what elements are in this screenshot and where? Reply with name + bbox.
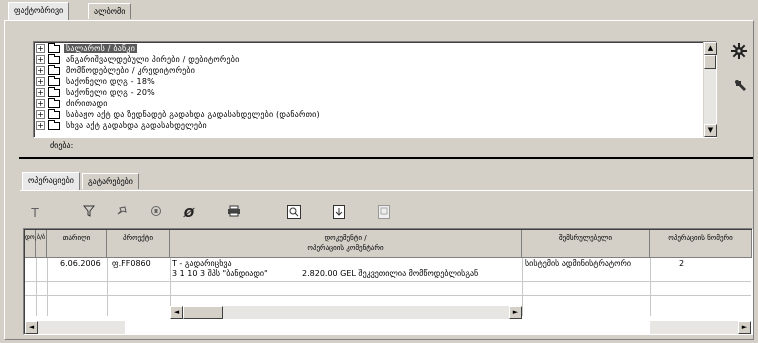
- col-header-num[interactable]: ბ/ბ: [36, 230, 47, 258]
- tree-item-label: საქონელი დღგ - 18%: [66, 77, 155, 86]
- search-label: ძიება:: [50, 141, 74, 150]
- expand-icon[interactable]: +: [36, 88, 45, 97]
- folder-icon: [48, 53, 60, 64]
- copy-icon[interactable]: [375, 205, 393, 221]
- grid-line: [47, 258, 48, 316]
- col-header-executor[interactable]: შემსრულებელი: [522, 230, 650, 258]
- expand-icon[interactable]: +: [36, 121, 45, 130]
- tree-item-goods-vat20[interactable]: + საქონელი დღგ - 20%: [36, 86, 157, 98]
- cell-document-line2-right[interactable]: 2.820.00 GEL შეკვეთილია მომწოდებლისგან: [302, 269, 478, 278]
- cell-executor[interactable]: სისტემის ადმინისტრატორი: [525, 259, 631, 268]
- grid-hscroll-main[interactable]: ◄ ►: [170, 306, 522, 319]
- tree-item-accountable[interactable]: + ანგარიშვალდებული პირები / დებიტორები: [36, 53, 241, 65]
- tree-item-other-payables[interactable]: + სხვა აქტ გადახდა გადასახდელები: [36, 119, 209, 131]
- expand-icon[interactable]: +: [36, 66, 45, 75]
- col-header-date[interactable]: თარიღი: [47, 230, 107, 258]
- folder-icon: [48, 86, 60, 97]
- scroll-left-icon[interactable]: ◄: [25, 321, 38, 334]
- tree-item-label: საქონელი დღგ - 20%: [66, 88, 155, 97]
- folder-icon: [48, 42, 60, 53]
- grid-line: [36, 258, 37, 316]
- scroll-down-icon[interactable]: ▼: [704, 124, 717, 137]
- grid-line: [107, 258, 108, 316]
- tree-item-customs[interactable]: + საბაჟო აქტ და ზედნადებ გადახდა გადასახ…: [36, 108, 322, 120]
- account-tree[interactable]: + სალაროს / ბანკი + ანგარიშვალდებული პირ…: [33, 41, 717, 138]
- gear-icon[interactable]: [729, 42, 749, 62]
- cell-date[interactable]: 6.06.2006: [60, 259, 101, 268]
- export-icon[interactable]: [330, 205, 348, 221]
- expand-icon[interactable]: +: [36, 77, 45, 86]
- col-header-op-number[interactable]: ოპერაციის ნომერი: [650, 230, 752, 258]
- expand-icon[interactable]: +: [36, 99, 45, 108]
- expand-icon[interactable]: +: [36, 110, 45, 119]
- expand-icon[interactable]: +: [36, 44, 45, 53]
- refresh-icon[interactable]: [113, 205, 131, 221]
- tree-item-suppliers[interactable]: + მომწოდებლები / კრედიტორები: [36, 64, 197, 76]
- text-icon[interactable]: T: [26, 205, 44, 221]
- col-header-document[interactable]: დოკუმენტი / ოპერაციის კომენტარი: [170, 230, 522, 258]
- grid-hscroll-left[interactable]: ◄: [25, 321, 125, 334]
- tab-underline: [20, 190, 753, 191]
- cell-document-line2-left[interactable]: 3 1 10 3 შპს "ბანდიადი": [172, 269, 268, 278]
- scroll-thumb[interactable]: [704, 55, 716, 69]
- grid-line: [650, 258, 651, 316]
- stop-icon[interactable]: [147, 205, 165, 221]
- col-header-document-line2: ოპერაციის კომენტარი: [307, 244, 384, 252]
- grid-hscroll-right[interactable]: ►: [650, 321, 751, 334]
- folder-icon: [48, 108, 60, 119]
- tree-item-label: საბაჟო აქტ და ზედნადებ გადახდა გადასახდე…: [66, 110, 320, 119]
- tab-album[interactable]: ალბომი: [88, 3, 132, 19]
- tree-item-fixed-assets[interactable]: + ძირითადი: [36, 97, 110, 109]
- cell-project[interactable]: ფ.FF0860: [112, 259, 151, 268]
- scroll-left-icon[interactable]: ◄: [170, 306, 183, 319]
- section-divider: [19, 157, 753, 159]
- cell-op-number[interactable]: 2: [679, 259, 684, 268]
- scroll-right-icon[interactable]: ►: [738, 321, 751, 334]
- scroll-right-icon[interactable]: ►: [509, 306, 522, 319]
- folder-icon: [48, 119, 60, 130]
- cell-document-line1[interactable]: T - გადარიცხვა: [172, 259, 232, 268]
- tree-item-label: ძირითადი: [66, 99, 108, 108]
- scroll-thumb[interactable]: [183, 306, 223, 319]
- col-header-doc[interactable]: დოკ: [25, 230, 38, 258]
- operations-grid[interactable]: დოკ ბ/ბ თარიღი პროექტი დოკუმენტი / ოპერა…: [23, 228, 753, 335]
- tree-item-label: ანგარიშვალდებული პირები / დებიტორები: [66, 55, 240, 64]
- folder-icon: [48, 97, 60, 108]
- tab-operations[interactable]: ოპერაციები: [22, 172, 80, 190]
- tree-item-cash-bank[interactable]: + სალაროს / ბანკი: [36, 42, 138, 54]
- folder-icon: [48, 75, 60, 86]
- tree-item-goods-vat18[interactable]: + საქონელი დღგ - 18%: [36, 75, 157, 87]
- expand-icon[interactable]: +: [36, 55, 45, 64]
- tools-icon[interactable]: [731, 78, 751, 98]
- preview-icon[interactable]: [285, 205, 303, 221]
- tab-factual[interactable]: ფაქტობრივი: [8, 2, 70, 20]
- grid-line: [25, 295, 751, 296]
- tree-scrollbar[interactable]: ▲ ▼: [703, 42, 717, 137]
- col-header-document-line1: დოკუმენტი /: [324, 234, 367, 242]
- delete-icon[interactable]: Ø: [180, 205, 198, 221]
- tab-postings[interactable]: გატარებები: [82, 173, 139, 189]
- print-icon[interactable]: [225, 205, 243, 221]
- filter-icon[interactable]: [80, 205, 98, 221]
- grid-line: [522, 258, 523, 316]
- grid-line: [25, 281, 751, 282]
- tree-item-label: სალაროს / ბანკი: [64, 44, 138, 53]
- scroll-up-icon[interactable]: ▲: [704, 42, 717, 55]
- tree-item-label: სხვა აქტ გადახდა გადასახდელები: [66, 121, 207, 130]
- folder-icon: [48, 64, 60, 75]
- tree-item-label: მომწოდებლები / კრედიტორები: [66, 66, 196, 75]
- col-header-project[interactable]: პროექტი: [107, 230, 170, 258]
